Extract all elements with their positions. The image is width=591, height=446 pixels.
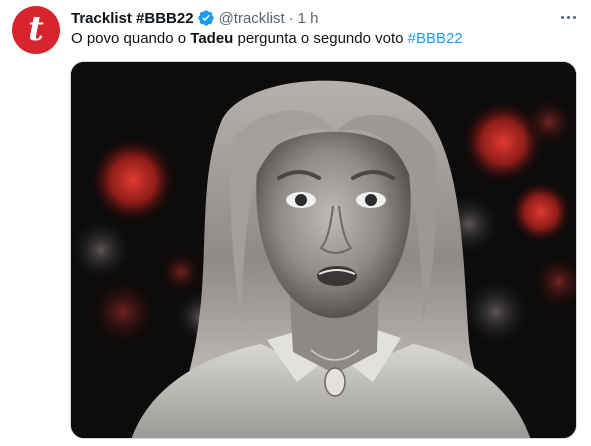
media-photo xyxy=(71,62,576,438)
separator: · xyxy=(288,9,294,27)
avatar[interactable]: t xyxy=(12,6,60,54)
tweet-text-bold: Tadeu xyxy=(190,30,234,47)
hashtag-link[interactable]: #BBB22 xyxy=(408,30,463,47)
handle[interactable]: @tracklist xyxy=(219,10,285,27)
verified-badge-icon xyxy=(197,9,215,27)
timestamp[interactable]: 1 h xyxy=(298,10,319,27)
tweet-text-part2: pergunta o segundo voto xyxy=(233,30,408,47)
tweet-text: O povo quando o Tadeu pergunta o segundo… xyxy=(71,30,463,47)
tweet-media-image[interactable] xyxy=(70,61,577,439)
more-options-icon[interactable] xyxy=(555,6,581,28)
display-name[interactable]: Tracklist #BBB22 xyxy=(71,10,194,27)
tweet-header: Tracklist #BBB22 @tracklist · 1 h xyxy=(71,8,319,28)
tweet-text-part1: O povo quando o xyxy=(71,30,191,47)
avatar-letter: t xyxy=(28,8,44,49)
tweet: t Tracklist #BBB22 @tracklist · 1 h O po… xyxy=(0,0,591,446)
